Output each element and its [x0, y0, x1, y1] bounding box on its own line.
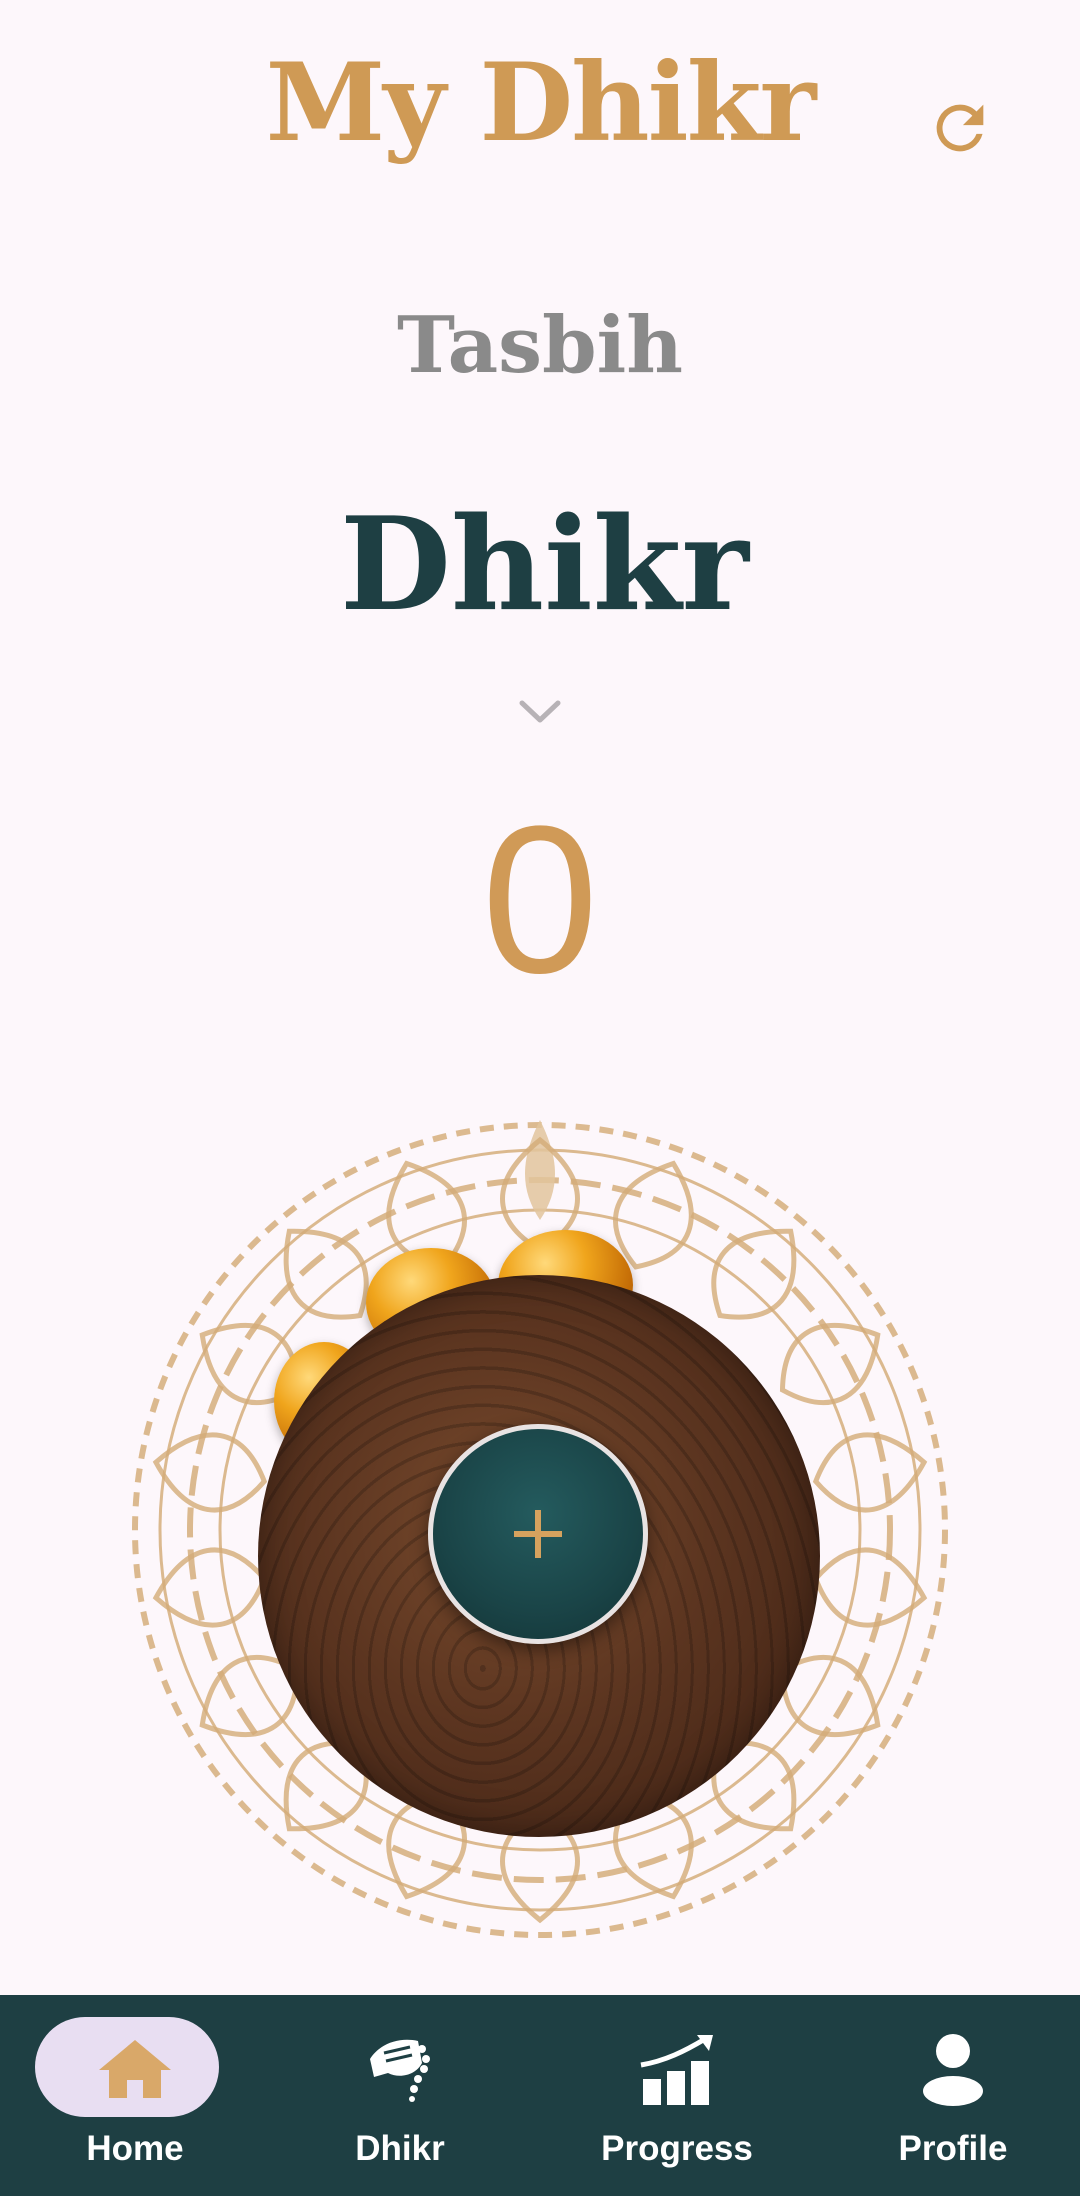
nav-home[interactable]: Home [0, 1995, 270, 2196]
nav-label: Home [86, 2129, 184, 2168]
mode-label: Tasbih [397, 300, 683, 391]
dhikr-selector[interactable]: Dhikr [340, 490, 749, 640]
plus-icon [514, 1510, 562, 1558]
chevron-down-icon[interactable] [519, 698, 561, 726]
nav-label: Profile [898, 2129, 1008, 2168]
counter-value: 0 [481, 782, 599, 1017]
person-icon [923, 2034, 983, 2106]
app-title: My Dhikr [265, 40, 817, 166]
refresh-button[interactable] [920, 88, 1000, 168]
refresh-icon [936, 104, 984, 152]
selected-dhikr: Dhikr [340, 490, 749, 640]
nav-label: Progress [601, 2129, 753, 2168]
count-tap-button[interactable] [428, 1424, 648, 1644]
nav-profile[interactable]: Profile [818, 1995, 1080, 2196]
chart-growth-icon [640, 2035, 713, 2105]
home-icon [99, 2040, 171, 2098]
nav-progress[interactable]: Progress [542, 1995, 812, 2196]
bottom-navigation: Home Dhikr Progress Profile [0, 1995, 1080, 2196]
nav-dhikr[interactable]: Dhikr [265, 1995, 535, 2196]
prayer-beads-hand-icon [370, 2039, 430, 2102]
nav-label: Dhikr [355, 2129, 445, 2168]
